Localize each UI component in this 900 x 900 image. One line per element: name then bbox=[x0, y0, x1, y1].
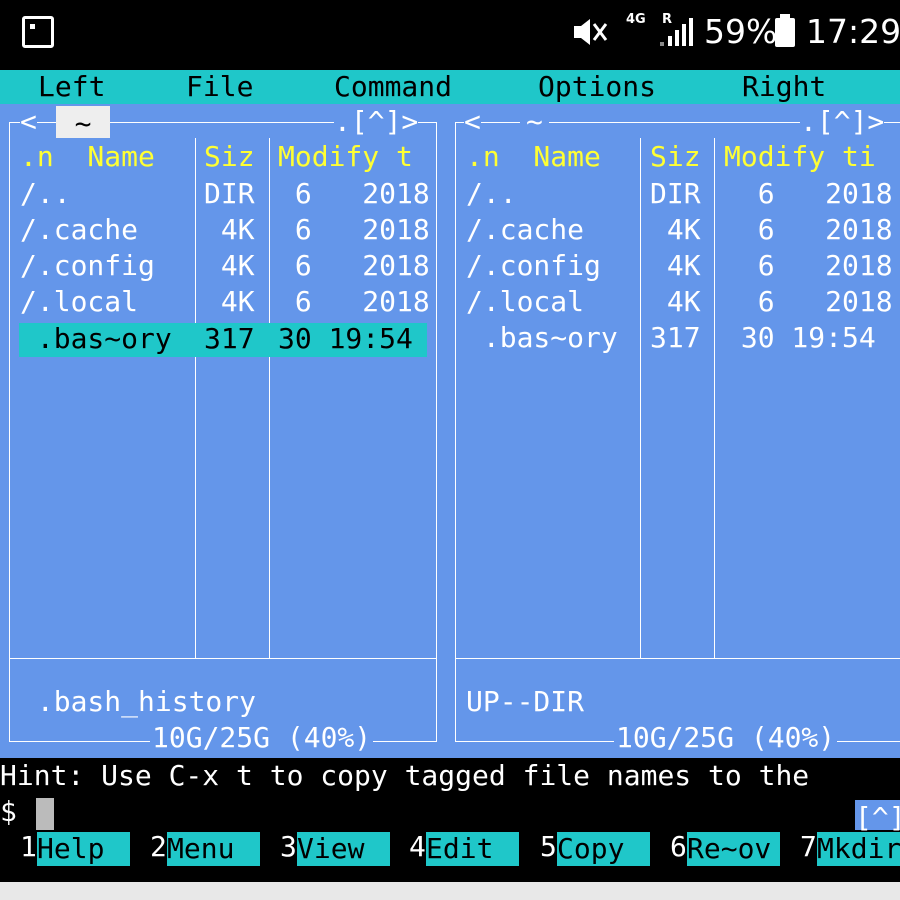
menu-right[interactable]: Right bbox=[742, 69, 826, 105]
left-header-modify[interactable]: Modify t bbox=[278, 139, 413, 175]
panels-area: < ~ .[^]> .n Name Siz Modify t /.. DIR 6… bbox=[0, 104, 900, 758]
right-panel-status: UP--DIR bbox=[466, 685, 585, 718]
file-modified: 6 2018 bbox=[278, 213, 430, 246]
file-modified: 6 2018 bbox=[278, 249, 430, 282]
terminal-screen[interactable]: Left File Command Options Right < ~ .[^]… bbox=[0, 66, 900, 882]
signal-icon bbox=[660, 18, 693, 46]
menu-file[interactable]: File bbox=[186, 69, 253, 105]
file-size: 4K bbox=[650, 285, 701, 318]
file-name: /.. bbox=[20, 177, 71, 210]
terminal-notification-icon bbox=[22, 16, 54, 48]
file-modified: 6 2018 bbox=[724, 285, 893, 318]
selected-file-row[interactable]: .bas~ory 317 30 19:54 bbox=[19, 322, 427, 357]
extra-keys-bar bbox=[0, 882, 900, 900]
right-status-divider bbox=[455, 658, 900, 659]
file-modified: 6 2018 bbox=[724, 177, 893, 210]
left-header-size[interactable]: Siz bbox=[204, 139, 255, 175]
fkey-renmov[interactable]: Re~ov bbox=[687, 832, 780, 866]
prompt-corner[interactable]: [^] bbox=[855, 800, 900, 834]
menu-options[interactable]: Options bbox=[538, 69, 656, 105]
file-modified: 6 2018 bbox=[278, 177, 430, 210]
file-name: /.cache bbox=[20, 213, 139, 246]
fkey-number: 7 bbox=[800, 830, 817, 863]
file-name: /.cache bbox=[466, 213, 585, 246]
fkey-number: 5 bbox=[540, 830, 557, 863]
file-size: DIR bbox=[650, 177, 701, 210]
file-size: 4K bbox=[650, 213, 701, 246]
file-name: /.config bbox=[20, 249, 155, 282]
file-size: 4K bbox=[204, 213, 255, 246]
left-column-divider bbox=[269, 138, 270, 658]
left-panel-free-space: 10G/25G (40%) bbox=[150, 720, 374, 756]
fkey-mkdir[interactable]: Mkdir bbox=[817, 832, 900, 866]
file-modified: 30 19:54 bbox=[278, 322, 413, 355]
left-status-divider bbox=[9, 658, 437, 659]
right-panel-path[interactable]: ~ bbox=[520, 104, 549, 140]
file-size: 317 bbox=[204, 322, 255, 355]
left-panel-back-arrow[interactable]: < bbox=[20, 104, 37, 140]
right-header-size[interactable]: Siz bbox=[650, 139, 701, 175]
fkey-view[interactable]: View bbox=[297, 832, 390, 866]
status-bar: 4G R 59% 17:29 bbox=[0, 0, 900, 66]
fkey-number: 4 bbox=[409, 830, 426, 863]
left-panel-status: .bash_history bbox=[20, 685, 257, 718]
file-modified: 30 19:54 bbox=[724, 321, 876, 354]
fkey-number: 1 bbox=[20, 830, 37, 863]
file-modified: 6 2018 bbox=[724, 213, 893, 246]
menu-bar: Left File Command Options Right bbox=[0, 70, 900, 104]
network-type: 4G bbox=[626, 12, 646, 27]
mute-icon bbox=[574, 19, 608, 45]
left-panel-path[interactable]: ~ bbox=[56, 106, 110, 140]
file-size: DIR bbox=[204, 177, 255, 210]
right-panel-free-space: 10G/25G (40%) bbox=[614, 720, 838, 756]
left-panel-top-right[interactable]: .[^]> bbox=[334, 104, 419, 140]
file-modified: 6 2018 bbox=[724, 249, 893, 282]
file-size: 4K bbox=[204, 285, 255, 318]
file-modified: 6 2018 bbox=[278, 285, 430, 318]
right-column-divider bbox=[640, 138, 641, 658]
left-column-divider bbox=[195, 138, 196, 658]
battery-icon bbox=[775, 14, 795, 47]
file-name: /.local bbox=[466, 285, 585, 318]
command-line-cursor[interactable] bbox=[36, 798, 54, 830]
file-size: 317 bbox=[650, 321, 701, 354]
fkey-copy[interactable]: Copy bbox=[557, 832, 650, 866]
left-header-name[interactable]: .n Name bbox=[20, 139, 155, 175]
menu-command[interactable]: Command bbox=[334, 69, 452, 105]
right-column-divider bbox=[714, 138, 715, 658]
file-name: /.config bbox=[466, 249, 601, 282]
file-size: 4K bbox=[204, 249, 255, 282]
hint-line: Hint: Use C-x t to copy tagged file name… bbox=[0, 759, 810, 792]
file-name: .bas~ory bbox=[20, 322, 172, 355]
fkey-number: 2 bbox=[150, 830, 167, 863]
file-size: 4K bbox=[650, 249, 701, 282]
fkey-help[interactable]: Help bbox=[37, 832, 130, 866]
fkey-edit[interactable]: Edit bbox=[426, 832, 519, 866]
fkey-number: 6 bbox=[670, 830, 687, 863]
clock: 17:29 bbox=[806, 12, 900, 51]
fkey-menu[interactable]: Menu bbox=[167, 832, 260, 866]
file-name: /.local bbox=[20, 285, 139, 318]
right-header-modify[interactable]: Modify ti bbox=[724, 139, 876, 175]
fkey-number: 3 bbox=[280, 830, 297, 863]
shell-prompt: $ bbox=[0, 795, 17, 828]
battery-percent: 59% bbox=[704, 12, 778, 51]
right-header-name[interactable]: .n Name bbox=[466, 139, 601, 175]
file-name: .bas~ory bbox=[466, 321, 618, 354]
menu-left[interactable]: Left bbox=[38, 69, 105, 105]
file-name: /.. bbox=[466, 177, 517, 210]
right-panel-back-arrow[interactable]: < bbox=[464, 104, 481, 140]
right-panel-top-right[interactable]: .[^]> bbox=[800, 104, 885, 140]
